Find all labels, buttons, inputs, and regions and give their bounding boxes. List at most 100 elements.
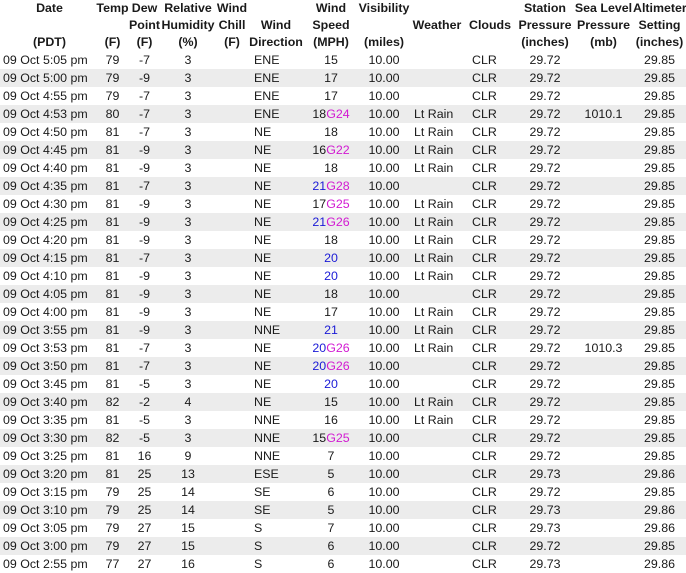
cell-altimeter: 29.85: [633, 375, 686, 393]
cell-station-pressure: 29.72: [516, 429, 574, 447]
wind-speed-value: 5: [327, 467, 335, 481]
cell-dew-point: -9: [129, 195, 160, 213]
cell-weather: [410, 501, 464, 519]
cell-visibility: 10.00: [358, 123, 410, 141]
cell-wind-speed: 17: [304, 87, 358, 105]
cell-visibility: 10.00: [358, 537, 410, 555]
cell-wind-speed: 16G22: [304, 141, 358, 159]
cell-clouds: CLR: [464, 231, 516, 249]
cell-clouds: CLR: [464, 429, 516, 447]
header-visibility: Visibility (miles): [358, 1, 410, 49]
cell-temp: 82: [96, 429, 129, 447]
cell-temp: 81: [96, 465, 129, 483]
wind-speed-value: 21: [324, 323, 338, 337]
cell-dew-point: -7: [129, 177, 160, 195]
cell-humidity: 3: [160, 51, 216, 69]
cell-date: 09 Oct 3:15 pm: [0, 483, 96, 501]
wind-speed-value: 5: [327, 503, 335, 517]
cell-dew-point: 25: [129, 501, 160, 519]
cell-humidity: 3: [160, 411, 216, 429]
header-wind-chill: Wind Chill (F): [216, 1, 248, 49]
cell-wind-chill: [216, 87, 248, 105]
cell-wind-chill: [216, 321, 248, 339]
table-row: 09 Oct 4:25 pm 81 -9 3 NE 21G26 10.00 Lt Rain CL…: [0, 213, 686, 231]
cell-wind-chill: [216, 519, 248, 537]
header-wind-speed: Wind Speed (MPH): [312, 1, 350, 49]
cell-altimeter: 29.85: [633, 411, 686, 429]
cell-altimeter: 29.85: [633, 105, 686, 123]
cell-temp: 81: [96, 357, 129, 375]
cell-temp: 80: [96, 105, 129, 123]
cell-weather: Lt Rain: [410, 123, 464, 141]
cell-dew-point: -7: [129, 249, 160, 267]
cell-visibility: 10.00: [358, 87, 410, 105]
cell-date: 09 Oct 3:45 pm: [0, 375, 96, 393]
cell-altimeter: 29.85: [633, 537, 686, 555]
cell-visibility: 10.00: [358, 69, 410, 87]
cell-sea-level-pressure: [574, 357, 633, 375]
cell-temp: 81: [96, 231, 129, 249]
cell-weather: [410, 51, 464, 69]
cell-wind-speed: 7: [304, 447, 358, 465]
cell-visibility: 10.00: [358, 303, 410, 321]
weather-observations-table: Date (PDT) Temp (F) Dew Point (F) Relative…: [0, 0, 686, 573]
cell-visibility: 10.00: [358, 465, 410, 483]
cell-visibility: 10.00: [358, 447, 410, 465]
cell-temp: 81: [96, 321, 129, 339]
cell-temp: 81: [96, 177, 129, 195]
cell-visibility: 10.00: [358, 285, 410, 303]
cell-date: 09 Oct 4:00 pm: [0, 303, 96, 321]
cell-weather: Lt Rain: [410, 213, 464, 231]
cell-humidity: 3: [160, 87, 216, 105]
cell-wind-direction: ENE: [248, 69, 304, 87]
cell-temp: 81: [96, 303, 129, 321]
cell-sea-level-pressure: [574, 231, 633, 249]
cell-wind-direction: S: [248, 555, 304, 573]
cell-sea-level-pressure: [574, 177, 633, 195]
cell-visibility: 10.00: [358, 159, 410, 177]
header-dew-point: Dew Point (F): [129, 1, 160, 49]
cell-date: 09 Oct 4:10 pm: [0, 267, 96, 285]
cell-wind-chill: [216, 231, 248, 249]
cell-temp: 81: [96, 213, 129, 231]
cell-station-pressure: 29.72: [516, 483, 574, 501]
cell-sea-level-pressure: [574, 519, 633, 537]
table-row: 09 Oct 4:53 pm 80 -7 3 ENE 18G24 10.00 Lt Rain C…: [0, 105, 686, 123]
cell-date: 09 Oct 4:25 pm: [0, 213, 96, 231]
table-row: 09 Oct 3:45 pm 81 -5 3 NE 20 10.00 CLR 29.72 29.8…: [0, 375, 686, 393]
wind-gust-value: G26: [326, 341, 350, 355]
cell-humidity: 3: [160, 213, 216, 231]
cell-temp: 81: [96, 195, 129, 213]
cell-clouds: CLR: [464, 141, 516, 159]
cell-station-pressure: 29.72: [516, 195, 574, 213]
cell-humidity: 3: [160, 141, 216, 159]
cell-date: 09 Oct 4:40 pm: [0, 159, 96, 177]
cell-sea-level-pressure: [574, 159, 633, 177]
cell-temp: 79: [96, 519, 129, 537]
cell-sea-level-pressure: [574, 429, 633, 447]
cell-wind-speed: 18: [304, 159, 358, 177]
cell-date: 09 Oct 2:55 pm: [0, 555, 96, 573]
table-row: 09 Oct 4:40 pm 81 -9 3 NE 18 10.00 Lt Rain CLR 29…: [0, 159, 686, 177]
header-clouds: Clouds: [469, 18, 511, 32]
table-row: 09 Oct 2:55 pm 77 27 16 S 6 10.00 CLR 29.73 29.86: [0, 555, 686, 573]
cell-sea-level-pressure: 1010.1: [574, 105, 633, 123]
cell-weather: Lt Rain: [410, 105, 464, 123]
cell-sea-level-pressure: [574, 51, 633, 69]
wind-speed-value: 17: [324, 305, 338, 319]
cell-wind-direction: NE: [248, 123, 304, 141]
cell-wind-chill: [216, 195, 248, 213]
cell-temp: 77: [96, 555, 129, 573]
cell-dew-point: 16: [129, 447, 160, 465]
header-relative-humidity: Relative Humidity (%): [161, 1, 215, 49]
table-row: 09 Oct 3:10 pm 79 25 14 SE 5 10.00 CLR 29.73 29.8…: [0, 501, 686, 519]
cell-station-pressure: 29.72: [516, 249, 574, 267]
cell-altimeter: 29.85: [633, 123, 686, 141]
wind-speed-value: 21: [312, 179, 327, 193]
cell-wind-chill: [216, 69, 248, 87]
cell-wind-direction: NE: [248, 213, 304, 231]
cell-date: 09 Oct 3:25 pm: [0, 447, 96, 465]
cell-sea-level-pressure: [574, 195, 633, 213]
wind-speed-value: 18: [324, 287, 338, 301]
cell-weather: [410, 177, 464, 195]
